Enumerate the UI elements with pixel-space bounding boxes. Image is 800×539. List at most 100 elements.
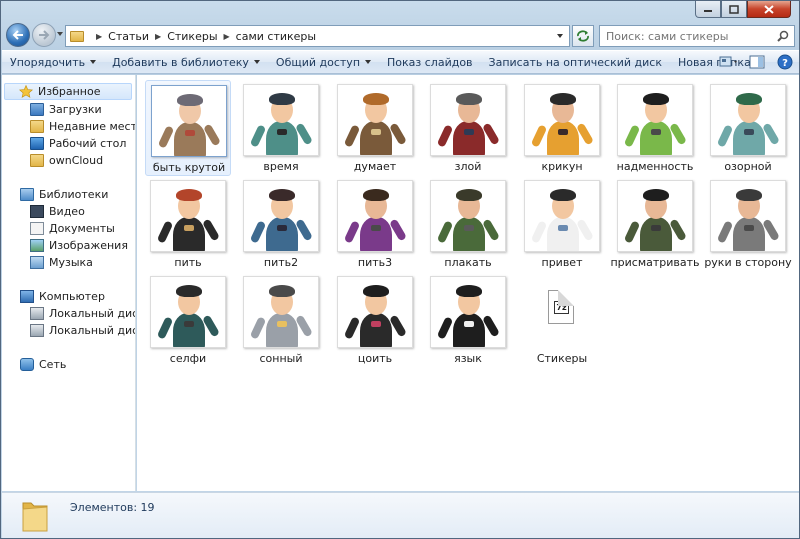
- file-name: крикун: [541, 160, 583, 173]
- figure-accent: [184, 225, 194, 231]
- close-button[interactable]: [747, 1, 791, 18]
- figure-torso: [266, 217, 298, 251]
- share-label: Общий доступ: [275, 55, 361, 69]
- image-thumbnail: [243, 180, 319, 252]
- file-item[interactable]: руки в сторону: [704, 176, 792, 272]
- file-item[interactable]: озорной: [705, 80, 791, 176]
- maximize-button[interactable]: [721, 1, 747, 18]
- figure-hair: [363, 285, 389, 297]
- file-name: пить2: [263, 256, 299, 269]
- nav-item-drive-c[interactable]: Локальный диск (C: [30, 305, 135, 322]
- file-item[interactable]: привет: [519, 176, 605, 272]
- preview-pane-button[interactable]: [747, 53, 767, 71]
- figure-accent: [277, 321, 287, 327]
- figure-hair: [643, 93, 669, 105]
- nav-item-drive-d[interactable]: Локальный диск (D: [30, 322, 135, 339]
- nav-computer[interactable]: Компьютер: [20, 288, 105, 305]
- refresh-button[interactable]: [572, 25, 594, 47]
- file-item[interactable]: пить2: [238, 176, 324, 272]
- svg-text:?: ?: [782, 58, 788, 69]
- breadcrumb-item[interactable]: Стикеры: [167, 30, 217, 43]
- minimize-button[interactable]: [695, 1, 721, 18]
- organize-menu[interactable]: Упорядочить: [2, 51, 104, 73]
- file-item[interactable]: думает: [332, 80, 418, 176]
- nav-libraries[interactable]: Библиотеки: [20, 186, 108, 203]
- change-view-button[interactable]: [719, 53, 739, 71]
- nav-item-downloads[interactable]: Загрузки: [30, 101, 102, 118]
- nav-item-music[interactable]: Музыка: [30, 254, 93, 271]
- breadcrumb-item[interactable]: Статьи: [108, 30, 149, 43]
- chevron-down-icon[interactable]: [557, 34, 563, 38]
- figure-arm: [623, 124, 641, 148]
- file-list[interactable]: быть крутой время думает злой крикун надменно…: [137, 75, 799, 491]
- file-item[interactable]: быть крутой: [145, 80, 231, 176]
- file-item[interactable]: злой: [425, 80, 511, 176]
- search-icon[interactable]: [777, 30, 789, 42]
- figure-torso: [173, 217, 205, 251]
- figure-hair: [177, 94, 203, 106]
- burn-label: Записать на оптический диск: [488, 55, 662, 69]
- figure-accent: [184, 321, 194, 327]
- help-button[interactable]: ?: [775, 53, 795, 71]
- figure-torso: [640, 121, 672, 155]
- chevron-right-icon[interactable]: ▶: [224, 32, 230, 41]
- computer-icon: [20, 290, 34, 303]
- figure-hair: [456, 285, 482, 297]
- refresh-icon: [577, 30, 589, 42]
- file-name: привет: [541, 256, 583, 269]
- file-name: селфи: [169, 352, 207, 365]
- figure-torso: [733, 121, 765, 155]
- burn-button[interactable]: Записать на оптический диск: [481, 51, 670, 73]
- image-thumbnail: [243, 276, 319, 348]
- figure-torso: [733, 217, 765, 251]
- file-item[interactable]: время: [238, 80, 324, 176]
- nav-item-label: ownCloud: [49, 154, 104, 167]
- figure-accent: [185, 130, 195, 136]
- nav-item-documents[interactable]: Документы: [30, 220, 115, 237]
- image-thumbnail: [151, 85, 227, 157]
- figure-torso: [453, 121, 485, 155]
- file-item[interactable]: крикун: [519, 80, 605, 176]
- nav-item-recent[interactable]: Недавние места: [30, 118, 135, 135]
- nav-item-pictures[interactable]: Изображения: [30, 237, 128, 254]
- nav-item-video[interactable]: Видео: [30, 203, 85, 220]
- figure-hair: [456, 93, 482, 105]
- file-item[interactable]: селфи: [145, 272, 231, 368]
- file-item[interactable]: присматривать: [610, 176, 700, 272]
- forward-button[interactable]: [32, 23, 56, 47]
- back-button[interactable]: [6, 23, 30, 47]
- file-item[interactable]: плакать: [425, 176, 511, 272]
- figure-arm: [436, 220, 454, 244]
- file-item[interactable]: пить3: [332, 176, 418, 272]
- file-item[interactable]: цоить: [332, 272, 418, 368]
- figure-arm: [343, 316, 361, 340]
- nav-item-desktop[interactable]: Рабочий стол: [30, 135, 126, 152]
- nav-item-owncloud[interactable]: ownCloud: [30, 152, 103, 169]
- star-icon: [19, 85, 33, 98]
- recent-pages-dropdown[interactable]: [57, 32, 63, 36]
- search-input[interactable]: [606, 29, 766, 43]
- slideshow-button[interactable]: Показ слайдов: [379, 51, 481, 73]
- nav-network[interactable]: Сеть: [20, 356, 66, 373]
- file-item[interactable]: надменность: [612, 80, 698, 176]
- close-icon: [764, 4, 774, 14]
- file-item[interactable]: 7z Стикеры: [519, 272, 605, 368]
- view-icon: [719, 56, 737, 67]
- chevron-right-icon[interactable]: ▶: [96, 32, 102, 41]
- share-menu[interactable]: Общий доступ: [268, 51, 379, 73]
- nav-favorites[interactable]: Избранное: [4, 83, 132, 100]
- file-item[interactable]: сонный: [238, 272, 324, 368]
- address-bar[interactable]: ▶ Статьи ▶ Стикеры ▶ сами стикеры: [65, 25, 570, 47]
- add-to-library-menu[interactable]: Добавить в библиотеку: [104, 51, 268, 73]
- file-name: руки в сторону: [704, 256, 792, 269]
- file-item[interactable]: пить: [145, 176, 231, 272]
- desktop-icon: [30, 137, 44, 150]
- image-thumbnail: [430, 180, 506, 252]
- chevron-right-icon[interactable]: ▶: [155, 32, 161, 41]
- breadcrumb-item[interactable]: сами стикеры: [236, 30, 316, 43]
- search-box[interactable]: [599, 25, 795, 47]
- file-item[interactable]: язык: [425, 272, 511, 368]
- figure-accent: [651, 129, 661, 135]
- figure-hair: [550, 93, 576, 105]
- file-name: думает: [353, 160, 397, 173]
